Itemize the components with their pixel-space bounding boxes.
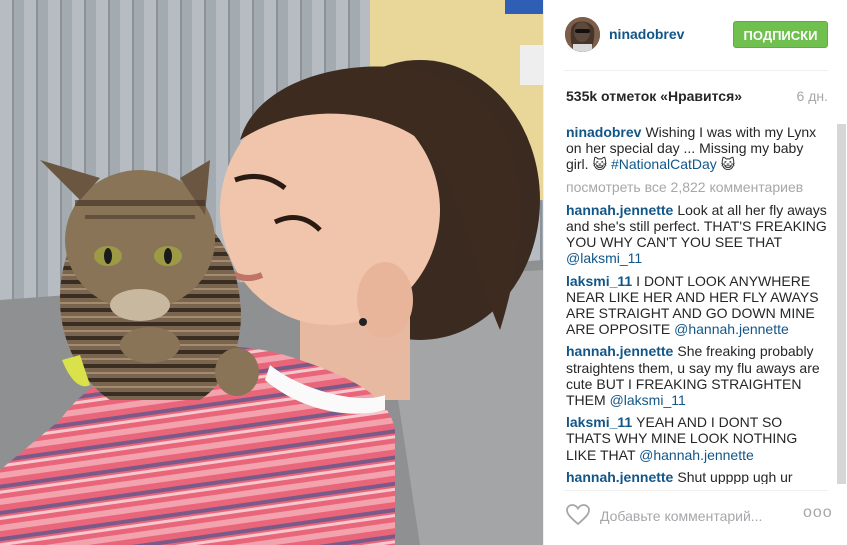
photo-illustration (0, 0, 543, 545)
comment-mention[interactable]: @laksmi_11 (566, 250, 642, 266)
more-dots-icon[interactable]: ooo (803, 505, 832, 522)
comment-author[interactable]: laksmi_11 (566, 414, 632, 430)
comments-scrollbar[interactable] (837, 124, 846, 484)
username-link[interactable]: ninadobrev (609, 26, 684, 42)
post-photo[interactable] (0, 0, 543, 545)
likes-count[interactable]: 535k отметок «Нравится» (566, 88, 742, 104)
view-all-comments-link[interactable]: посмотреть все 2,822 комментариев (566, 179, 828, 195)
caption: ninadobrev Wishing I was with my Lynx on … (566, 124, 828, 173)
caption-hashtag[interactable]: #NationalCatDay (611, 156, 717, 172)
comment-text: Shut upppp ugh ur (677, 468, 793, 484)
caption-emoji: 😺 (716, 156, 736, 173)
caption-author[interactable]: ninadobrev (566, 124, 641, 140)
comment-mention[interactable]: @hannah.jennette (674, 321, 789, 337)
divider (564, 70, 828, 71)
stats-row: 535k отметок «Нравится» 6 дн. (566, 88, 828, 104)
comment-item: hannah.jennette Look at all her fly aways… (566, 202, 828, 267)
scrollbar-thumb[interactable] (837, 124, 846, 484)
avatar[interactable] (565, 17, 600, 52)
post-header: ninadobrev ПОДПИСКИ (544, 0, 847, 70)
post-side-panel: ninadobrev ПОДПИСКИ 535k отметок «Нравит… (543, 0, 847, 545)
comment-author[interactable]: hannah.jennette (566, 469, 673, 484)
comment-author[interactable]: laksmi_11 (566, 273, 632, 289)
heart-icon[interactable] (566, 504, 590, 526)
comment-item: laksmi_11 I DONT LOOK ANYWHERE NEAR LIKE … (566, 273, 828, 338)
comment-input[interactable] (600, 506, 790, 526)
comment-item: hannah.jennette She freaking probably str… (566, 343, 828, 408)
avatar-image (565, 17, 600, 52)
post-time[interactable]: 6 дн. (797, 88, 828, 104)
comment-author[interactable]: hannah.jennette (566, 343, 673, 359)
divider (564, 490, 828, 491)
follow-button[interactable]: ПОДПИСКИ (733, 21, 828, 48)
comment-mention[interactable]: @laksmi_11 (610, 392, 686, 408)
comment-mention[interactable]: @hannah.jennette (639, 447, 754, 463)
comments-list[interactable]: ninadobrev Wishing I was with my Lynx on … (566, 124, 828, 484)
comment-item: hannah.jennette Shut upppp ugh ur (566, 469, 828, 484)
comment-author[interactable]: hannah.jennette (566, 202, 673, 218)
comment-item: laksmi_11 YEAH AND I DONT SO THATS WHY MI… (566, 414, 828, 463)
